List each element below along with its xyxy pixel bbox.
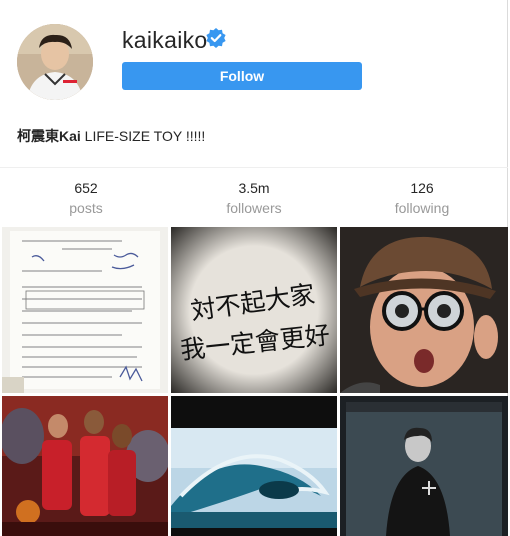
stat-followers-count: 3.5m — [238, 180, 270, 196]
stat-posts-label: posts — [69, 200, 103, 216]
profile-page: kaikaiko Follow 柯震東Kai LIFE-SIZE TOY !!!… — [0, 0, 508, 536]
stat-posts-count: 652 — [74, 180, 98, 196]
stat-following-count: 126 — [410, 180, 434, 196]
stat-followers-label: followers — [226, 200, 282, 216]
stat-following-label: following — [394, 200, 450, 216]
post-thumbnail-wave[interactable] — [171, 396, 337, 536]
profile-username: kaikaiko — [122, 27, 208, 53]
bio-display-name: 柯震東Kai — [17, 128, 81, 144]
post-thumbnail-calligraphy[interactable]: 対不起大家 我一定會更好 — [171, 227, 337, 393]
follow-button[interactable]: Follow — [122, 62, 362, 90]
stat-following[interactable]: 126 following — [362, 180, 482, 216]
stat-followers[interactable]: 3.5m followers — [194, 180, 314, 216]
profile-avatar[interactable] — [17, 24, 93, 100]
post-thumbnail-selfie[interactable] — [340, 227, 508, 393]
verified-badge-icon — [206, 28, 226, 48]
stat-posts[interactable]: 652 posts — [26, 180, 146, 216]
profile-bio: 柯震東Kai LIFE-SIZE TOY !!!!! — [17, 126, 205, 146]
bio-text: LIFE-SIZE TOY !!!!! — [80, 128, 206, 144]
post-thumbnail-rockets-art[interactable] — [2, 396, 168, 536]
post-thumbnail-exam[interactable] — [2, 227, 168, 393]
post-thumbnail-portrait[interactable] — [340, 396, 508, 536]
stats-divider — [0, 167, 508, 168]
